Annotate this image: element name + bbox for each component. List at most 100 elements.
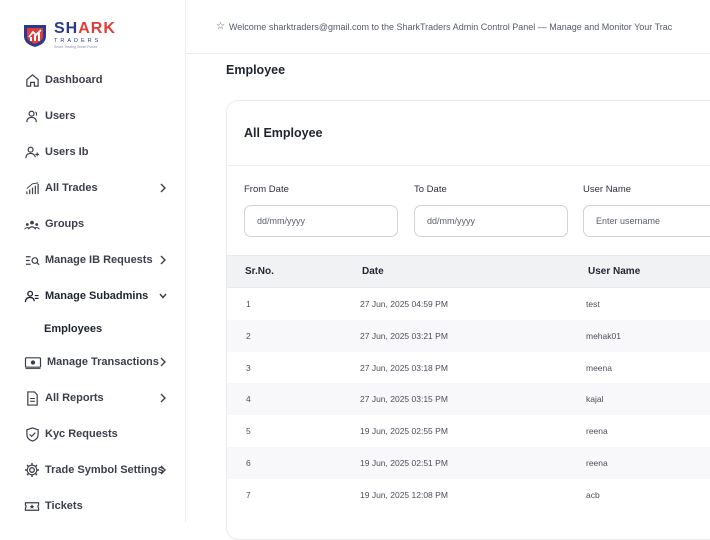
sidebar-item-kyc-requests[interactable]: Kyc Requests: [0, 416, 186, 452]
table-body: 1 27 Jun, 2025 04:59 PM test 2 27 Jun, 2025 …: [227, 288, 710, 511]
cell-date: 27 Jun, 2025 03:15 PM: [360, 394, 448, 405]
users-icon: [24, 108, 40, 124]
chevron-right-icon: [160, 183, 166, 193]
sidebar-item-all-reports[interactable]: All Reports: [0, 380, 186, 416]
cell-date: 19 Jun, 2025 02:55 PM: [360, 426, 448, 437]
from-date-input[interactable]: [244, 205, 398, 237]
sidebar-item-users[interactable]: Users: [0, 98, 186, 134]
sidebar-item-label: Users Ib: [45, 146, 89, 158]
cell-date: 19 Jun, 2025 02:51 PM: [360, 457, 448, 468]
brand-title-b: ARK: [78, 19, 116, 37]
sidebar-item-all-trades[interactable]: All Trades: [0, 170, 186, 206]
card-title: All Employee: [244, 126, 323, 140]
sidebar: SHARK TRADERS Smart Trading Smart Future…: [0, 0, 186, 522]
cell-srno: 2: [246, 330, 251, 341]
subadmin-icon: [24, 288, 40, 304]
divider: [227, 165, 710, 166]
page-title: Employee: [226, 63, 286, 77]
cell-date: 27 Jun, 2025 03:21 PM: [360, 330, 448, 341]
sidebar-subitem-employees[interactable]: Employees: [0, 314, 186, 344]
document-icon: [24, 390, 40, 406]
sidebar-item-groups[interactable]: Groups: [0, 206, 186, 242]
sidebar-item-label: Tickets: [45, 500, 83, 512]
brand-tagline: Smart Trading Smart Future: [54, 45, 98, 49]
brand-title: SHARK: [54, 19, 116, 37]
sidebar-nav: Dashboard Users Users Ib All Trades Grou…: [0, 62, 186, 524]
table-row[interactable]: 5 19 Jun, 2025 02:55 PM reena: [227, 415, 710, 447]
cell-user-name: reena: [586, 426, 608, 437]
chevron-down-icon: [159, 293, 167, 299]
sidebar-item-label: Manage Subadmins: [45, 290, 149, 302]
star-icon: ☆: [216, 21, 225, 32]
sidebar-item-label: Users: [45, 110, 76, 122]
user-name-label: User Name: [583, 184, 632, 195]
welcome-message: Welcome sharktraders@gmail.com to the Sh…: [228, 21, 673, 32]
welcome-bar: ☆ Welcome sharktraders@gmail.com to the …: [186, 0, 710, 54]
sidebar-item-label: Kyc Requests: [45, 428, 118, 440]
sidebar-item-manage-subadmins[interactable]: Manage Subadmins: [0, 278, 186, 314]
gear-icon: [24, 462, 40, 478]
user-name-input[interactable]: [583, 205, 710, 237]
brand-text: SHARK TRADERS Smart Trading Smart Future: [54, 19, 116, 50]
cell-user-name: kajal: [586, 394, 604, 405]
sidebar-item-trade-symbol-settings[interactable]: Trade Symbol Settings: [0, 452, 186, 488]
cell-srno: 1: [246, 299, 251, 309]
sidebar-item-label: Trade Symbol Settings: [45, 464, 164, 476]
groups-icon: [24, 216, 40, 232]
to-date-label: To Date: [414, 184, 447, 195]
sidebar-item-tickets[interactable]: Tickets: [0, 488, 186, 524]
shark-logo-icon: [24, 25, 46, 47]
sidebar-item-label: Dashboard: [45, 74, 103, 86]
sidebar-item-users-ib[interactable]: Users Ib: [0, 134, 186, 170]
sidebar-item-label: All Trades: [45, 182, 98, 194]
chevron-right-icon: [160, 255, 166, 265]
chevron-right-icon: [160, 465, 166, 475]
list-search-icon: [24, 252, 40, 268]
cell-user-name: mehak01: [586, 330, 621, 341]
sidebar-item-dashboard[interactable]: Dashboard: [0, 62, 186, 98]
brand-title-a: SH: [54, 19, 79, 37]
table-row[interactable]: 3 27 Jun, 2025 03:18 PM meena: [227, 352, 710, 384]
cell-srno: 4: [246, 394, 251, 405]
sidebar-item-label: Manage Transactions: [47, 356, 159, 368]
shield-check-icon: [24, 426, 40, 442]
to-date-input[interactable]: [414, 205, 568, 237]
table-row[interactable]: 1 27 Jun, 2025 04:59 PM test: [227, 288, 710, 320]
column-header-srno[interactable]: Sr.No.: [245, 266, 274, 277]
sidebar-item-manage-transactions[interactable]: Manage Transactions: [0, 344, 186, 380]
from-date-label: From Date: [244, 184, 289, 195]
employee-card: All Employee From Date To Date User Name…: [226, 100, 710, 540]
cell-srno: 3: [246, 362, 251, 373]
brand-subtitle: TRADERS: [54, 37, 102, 44]
column-header-date[interactable]: Date: [362, 266, 384, 277]
table-row[interactable]: 7 19 Jun, 2025 12:08 PM acb: [227, 479, 710, 511]
cell-srno: 7: [246, 489, 251, 500]
cell-srno: 5: [246, 426, 251, 437]
ticket-icon: [24, 498, 40, 514]
table-row[interactable]: 2 27 Jun, 2025 03:21 PM mehak01: [227, 319, 710, 352]
cell-user-name: acb: [586, 489, 600, 500]
sidebar-item-label: Manage IB Requests: [45, 254, 153, 266]
brand-logo[interactable]: SHARK TRADERS Smart Trading Smart Future: [22, 20, 118, 50]
employee-table: Sr.No. Date User Name 1 27 Jun, 2025 04:5…: [227, 255, 710, 511]
table-row[interactable]: 6 19 Jun, 2025 02:51 PM reena: [227, 446, 710, 479]
home-icon: [24, 72, 40, 88]
cell-date: 27 Jun, 2025 03:18 PM: [360, 362, 448, 373]
cell-date: 19 Jun, 2025 12:08 PM: [360, 489, 448, 500]
chevron-right-icon: [160, 357, 166, 367]
sidebar-item-manage-ib-requests[interactable]: Manage IB Requests: [0, 242, 186, 278]
bar-chart-icon: [24, 180, 40, 196]
sidebar-item-label: Groups: [45, 218, 85, 230]
cell-date: 27 Jun, 2025 04:59 PM: [360, 299, 448, 309]
cell-user-name: meena: [586, 362, 612, 373]
user-add-icon: [24, 144, 40, 160]
column-header-user-name[interactable]: User Name: [588, 266, 640, 277]
cell-user-name: reena: [586, 457, 608, 468]
money-icon: [24, 354, 42, 370]
table-header: Sr.No. Date User Name: [227, 255, 710, 288]
chevron-right-icon: [160, 393, 166, 403]
cell-user-name: test: [586, 299, 600, 309]
table-row[interactable]: 4 27 Jun, 2025 03:15 PM kajal: [227, 383, 710, 416]
sidebar-item-label: All Reports: [45, 392, 104, 404]
cell-srno: 6: [246, 457, 251, 468]
